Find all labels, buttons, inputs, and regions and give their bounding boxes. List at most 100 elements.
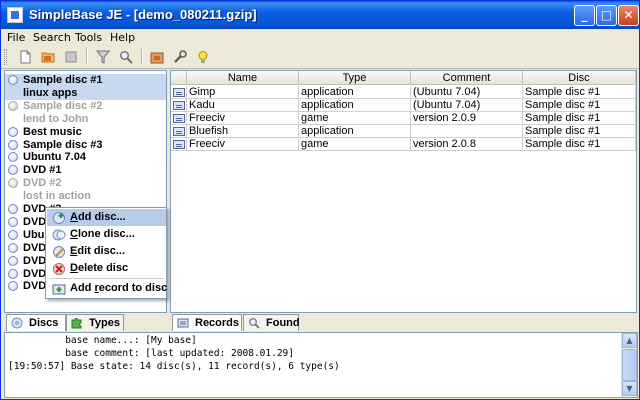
tab-found[interactable]: Found [243, 314, 300, 331]
tree-node-label: lost in action [23, 190, 91, 203]
row-icon-cell [171, 112, 187, 125]
menu-item-label: Add record to disc [70, 282, 167, 294]
tab-discs[interactable]: Discs [6, 314, 66, 331]
column-header-type[interactable]: Type [299, 71, 411, 85]
table-cell: game [299, 112, 411, 125]
record-icon [173, 88, 185, 97]
tree-node[interactable]: Best music [5, 126, 166, 139]
disc-icon [8, 178, 18, 189]
table-cell: Sample disc #1 [523, 138, 636, 151]
log-console[interactable]: base name...: [My base] base comment: [l… [4, 332, 638, 398]
disc-icon [8, 100, 18, 111]
disc-icon [8, 152, 18, 163]
menu-item-add-disc[interactable]: Add disc... [47, 209, 166, 226]
tree-node[interactable]: DVD #1 [5, 164, 166, 177]
title-bar[interactable]: SimpleBase JE - [demo_080211.gzip] _ □ ✕ [1, 1, 639, 29]
menu-item-label-rest: dd disc... [77, 211, 126, 223]
search-icon [120, 51, 133, 64]
close-button[interactable]: ✕ [618, 5, 639, 26]
log-line: base comment: [last updated: 2008.01.29] [8, 348, 294, 359]
tips-button[interactable] [193, 47, 213, 67]
menu-separator [50, 278, 164, 279]
menu-search[interactable]: Search [33, 31, 71, 44]
scroll-thumb[interactable] [622, 349, 637, 381]
disc-icon [8, 255, 18, 266]
column-header-comment[interactable]: Comment [411, 71, 523, 85]
disc-icon [8, 268, 18, 279]
table-cell: Freeciv [187, 138, 299, 151]
menu-item-add-record[interactable]: Add record to disc [47, 280, 167, 297]
tree-node[interactable]: DVD #2 [5, 177, 166, 190]
tab-records-label: Records [195, 317, 240, 329]
open-folder-icon [41, 52, 55, 63]
table-cell: application [299, 99, 411, 112]
tree-node[interactable]: lost in action [5, 190, 166, 203]
tree-node[interactable]: linux apps [5, 86, 166, 100]
table-row[interactable]: Kadu application (Ubuntu 7.04) Sample disc … [171, 99, 636, 112]
tree-node-label: DVD #1 [23, 164, 62, 177]
box-button[interactable] [147, 47, 167, 67]
tree-node[interactable]: Sample disc #2 [5, 100, 166, 113]
box-icon [150, 52, 164, 64]
menu-item-label-rest: ecord to disc [98, 282, 168, 294]
disc-icon [11, 317, 23, 329]
tree-node-label: Ubuntu 7.04 [23, 151, 86, 164]
disc-icon [8, 229, 18, 240]
disc-icon [8, 204, 18, 214]
menu-item-label: Edit disc... [70, 245, 125, 257]
tools-button[interactable] [170, 47, 190, 67]
table-row[interactable]: Freeciv game version 2.0.9 Sample disc #1 [171, 112, 636, 125]
menu-item-label: Delete disc [70, 262, 128, 274]
scroll-down-arrow[interactable]: ▼ [622, 381, 637, 396]
tab-types[interactable]: Types [66, 314, 124, 331]
table-row[interactable]: Bluefish application Sample disc #1 [171, 125, 636, 138]
menu-item-delete-disc[interactable]: Delete disc [47, 260, 166, 277]
menu-bar: File Search Tools Help [1, 29, 639, 47]
table-row[interactable]: Gimp application (Ubuntu 7.04) Sample disc … [171, 86, 636, 99]
tree-node[interactable]: Sample disc #1 [5, 74, 166, 87]
toolbar-grip[interactable] [4, 49, 7, 65]
filter-button[interactable] [93, 47, 113, 67]
tree-node-label: lend to John [23, 112, 89, 125]
open-button[interactable] [38, 47, 58, 67]
menu-help[interactable]: Help [110, 31, 135, 44]
menu-item-clone-disc[interactable]: Clone disc... [47, 226, 166, 243]
tab-records[interactable]: Records [172, 314, 242, 331]
tree-node[interactable]: Sample disc #3 [5, 139, 166, 152]
tree-node-label: Best music [23, 125, 82, 138]
table-cell: version 2.0.8 [411, 138, 523, 151]
wrench-icon [174, 50, 187, 63]
table-cell: Bluefish [187, 125, 299, 138]
log-line: base name...: [My base] [8, 335, 197, 346]
add-record-icon [52, 284, 66, 295]
menu-item-label-prefix: Add [70, 282, 95, 294]
menu-item-label-rest: lone disc... [77, 228, 135, 240]
save-icon [65, 51, 77, 63]
column-header-disc[interactable]: Disc [523, 71, 636, 85]
tree-node-label: Sample disc #1 [23, 74, 103, 86]
scroll-up-arrow[interactable]: ▲ [622, 333, 637, 348]
lightbulb-icon [198, 51, 208, 63]
minimize-button[interactable]: _ [574, 5, 595, 26]
table-row[interactable]: Freeciv game version 2.0.8 Sample disc #1 [171, 138, 636, 151]
app-icon [7, 7, 23, 23]
column-header-name[interactable]: Name [187, 71, 299, 85]
tree-node[interactable]: Ubuntu 7.04 [5, 151, 166, 164]
tree-node[interactable]: lend to John [5, 113, 166, 126]
menu-file[interactable]: File [7, 31, 25, 44]
magnifier-icon [249, 318, 260, 329]
table-header-icon [171, 71, 187, 85]
menu-item-edit-disc[interactable]: Edit disc... [47, 243, 166, 260]
row-icon-cell [171, 138, 187, 151]
disc-icon [8, 165, 18, 176]
table-cell: Gimp [187, 86, 299, 99]
maximize-button[interactable]: □ [596, 5, 617, 26]
records-icon [177, 318, 189, 328]
records-table[interactable]: Name Type Comment Disc Gimp application (U… [170, 70, 637, 313]
save-button[interactable] [61, 47, 81, 67]
console-scrollbar[interactable]: ▲ ▼ [621, 333, 637, 397]
menu-tools[interactable]: Tools [75, 31, 102, 44]
search-button[interactable] [116, 47, 136, 67]
new-file-button[interactable] [15, 47, 35, 67]
edit-disc-icon [53, 246, 65, 258]
